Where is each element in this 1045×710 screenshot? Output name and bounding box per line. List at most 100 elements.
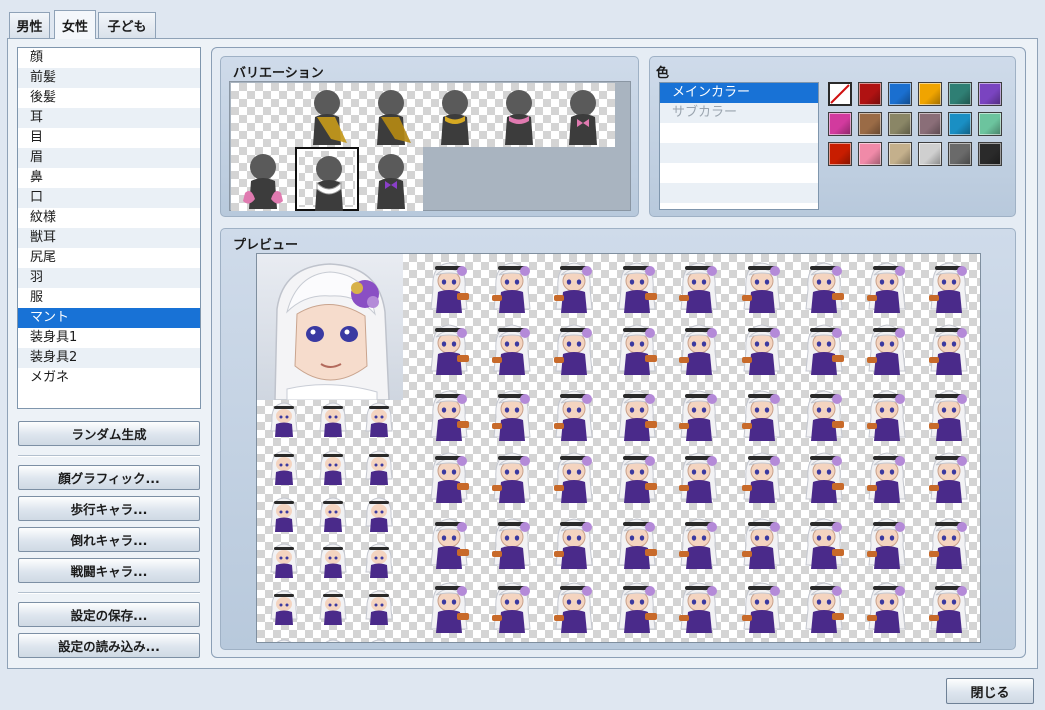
- color-target-empty-row: [660, 163, 818, 183]
- battle-sprite: [921, 387, 977, 445]
- random-generate-button[interactable]: ランダム生成: [18, 421, 200, 446]
- battle-sprite: [484, 321, 540, 379]
- battle-sprite: [796, 449, 852, 507]
- walk-sprite: [264, 496, 304, 534]
- load-settings-button[interactable]: 設定の読み込み...: [18, 633, 200, 658]
- part-item[interactable]: 眉: [18, 148, 200, 168]
- part-item[interactable]: 口: [18, 188, 200, 208]
- part-item[interactable]: 装身具2: [18, 348, 200, 368]
- variation-item[interactable]: [295, 83, 359, 147]
- part-list[interactable]: 顔前髪 後髪耳目眉鼻口紋様 獣耳 尻尾羽服マント 装身具1 装身具2 メガネ: [17, 47, 201, 409]
- close-button[interactable]: 閉じる: [946, 678, 1034, 704]
- battle-sprite: [421, 321, 477, 379]
- part-item[interactable]: 耳: [18, 108, 200, 128]
- variation-item[interactable]: [551, 83, 615, 147]
- color-swatch[interactable]: [918, 82, 942, 106]
- part-item[interactable]: 前髪: [18, 68, 200, 88]
- save-settings-button[interactable]: 設定の保存...: [18, 602, 200, 627]
- walk-sprite: [359, 542, 399, 580]
- battle-sprite: [734, 259, 790, 317]
- part-item[interactable]: 羽: [18, 268, 200, 288]
- battle-sprite: [734, 515, 790, 573]
- walk-sprite: [313, 401, 353, 439]
- color-swatch[interactable]: [978, 82, 1002, 106]
- part-item[interactable]: 紋様: [18, 208, 200, 228]
- color-swatch[interactable]: [888, 142, 912, 166]
- battle-sprite: [421, 259, 477, 317]
- part-item[interactable]: 尻尾: [18, 248, 200, 268]
- walk-sprite: [264, 589, 304, 627]
- variation-item[interactable]: [359, 147, 423, 211]
- separator: [18, 455, 200, 457]
- part-item[interactable]: 服: [18, 288, 200, 308]
- color-swatch[interactable]: [828, 112, 852, 136]
- battle-sprite: [421, 515, 477, 573]
- part-item[interactable]: マント: [18, 308, 200, 328]
- battle-sprite: [921, 515, 977, 573]
- tab-female[interactable]: 女性: [54, 10, 96, 39]
- color-swatch[interactable]: [948, 142, 972, 166]
- walk-sprite: [313, 449, 353, 487]
- walk-sprite: [313, 496, 353, 534]
- walk-character-button[interactable]: 歩行キャラ...: [18, 496, 200, 521]
- no-color-swatch[interactable]: [828, 82, 852, 106]
- variation-none[interactable]: [231, 83, 295, 147]
- walk-sprite: [359, 496, 399, 534]
- color-swatch[interactable]: [828, 142, 852, 166]
- face-graphic-button[interactable]: 顔グラフィック...: [18, 465, 200, 490]
- battle-sprite: [484, 515, 540, 573]
- battle-sprite: [796, 387, 852, 445]
- battle-sprite: [609, 321, 665, 379]
- part-item[interactable]: 目: [18, 128, 200, 148]
- battle-sprite: [859, 387, 915, 445]
- battle-sprite: [546, 449, 602, 507]
- color-target-item[interactable]: メインカラー: [660, 83, 818, 103]
- color-title: 色: [656, 66, 670, 81]
- tab-male[interactable]: 男性: [9, 12, 50, 38]
- battle-sprite: [859, 579, 915, 637]
- battle-sprite: [859, 321, 915, 379]
- part-item[interactable]: 装身具1: [18, 328, 200, 348]
- part-item[interactable]: 鼻: [18, 168, 200, 188]
- variation-item[interactable]: [359, 83, 423, 147]
- color-swatch[interactable]: [978, 112, 1002, 136]
- color-swatch[interactable]: [918, 112, 942, 136]
- color-swatch[interactable]: [858, 142, 882, 166]
- color-swatch[interactable]: [948, 82, 972, 106]
- part-item[interactable]: 獣耳: [18, 228, 200, 248]
- color-swatch[interactable]: [858, 112, 882, 136]
- battle-sprite: [484, 579, 540, 637]
- color-swatch[interactable]: [978, 142, 1002, 166]
- down-character-button[interactable]: 倒れキャラ...: [18, 527, 200, 552]
- part-item[interactable]: 後髪: [18, 88, 200, 108]
- battle-sprite: [859, 259, 915, 317]
- variation-item[interactable]: [487, 83, 551, 147]
- part-item[interactable]: メガネ: [18, 368, 200, 388]
- color-swatch[interactable]: [888, 112, 912, 136]
- battle-sprite: [921, 321, 977, 379]
- color-target-list[interactable]: メインカラー サブカラー: [659, 82, 819, 210]
- color-swatch[interactable]: [888, 82, 912, 106]
- battle-sprite: [609, 515, 665, 573]
- walk-sprite: [264, 449, 304, 487]
- battle-sprite: [546, 259, 602, 317]
- color-swatch[interactable]: [858, 82, 882, 106]
- color-swatch[interactable]: [918, 142, 942, 166]
- battle-sprite: [921, 449, 977, 507]
- variation-grid[interactable]: [229, 81, 631, 211]
- battle-sprite: [921, 259, 977, 317]
- battle-sprite: [796, 515, 852, 573]
- battle-sprite: [796, 259, 852, 317]
- battle-sprite: [609, 579, 665, 637]
- part-item[interactable]: 顔: [18, 48, 200, 68]
- color-target-item[interactable]: サブカラー: [660, 103, 818, 123]
- variation-item[interactable]: [423, 83, 487, 147]
- battle-character-button[interactable]: 戦闘キャラ...: [18, 558, 200, 583]
- color-swatch[interactable]: [948, 112, 972, 136]
- tab-child[interactable]: 子ども: [98, 12, 156, 38]
- battle-sprite: [734, 387, 790, 445]
- variation-item[interactable]: [295, 147, 359, 211]
- variation-item[interactable]: [231, 147, 295, 211]
- preview-title: プレビュー: [233, 238, 299, 253]
- separator: [18, 592, 200, 594]
